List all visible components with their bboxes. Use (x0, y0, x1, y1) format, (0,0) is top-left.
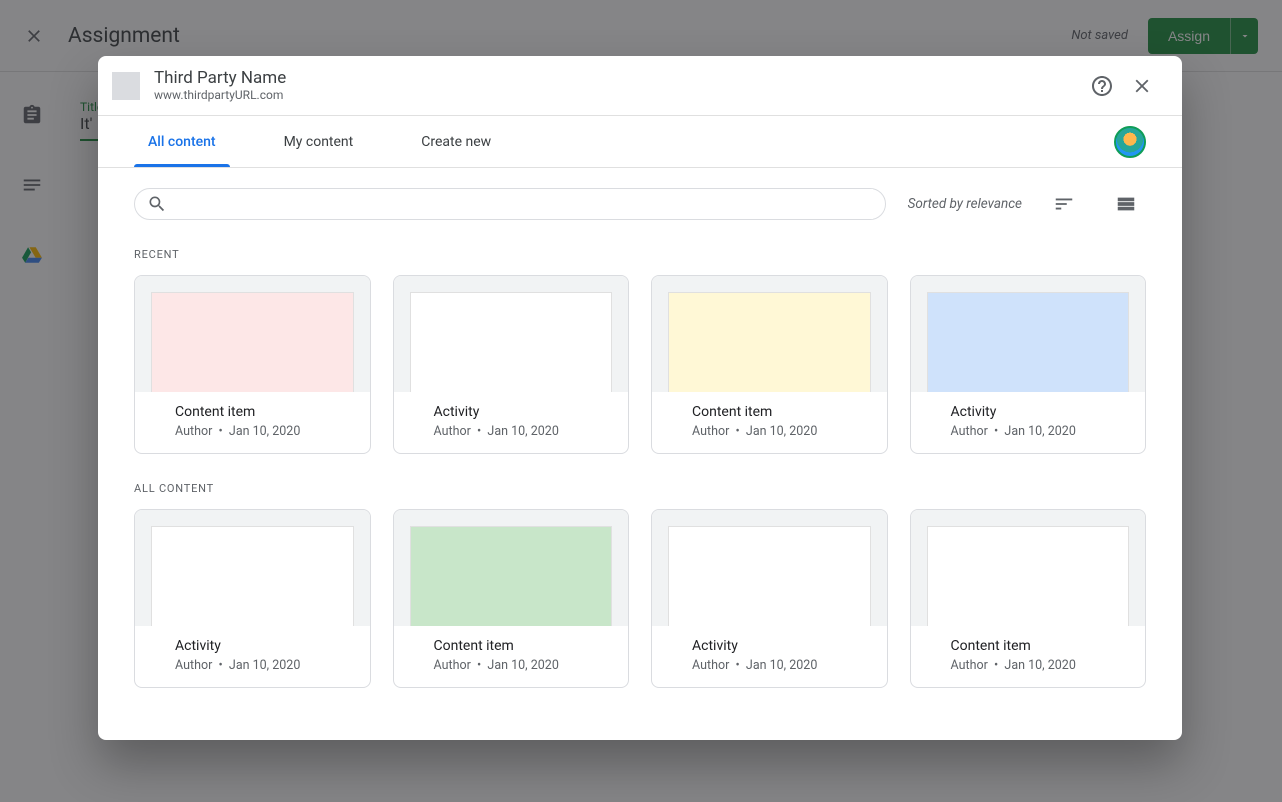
content-card[interactable]: Content item Author • Jan 10, 2020 (134, 275, 371, 454)
card-title: Activity (951, 404, 1106, 420)
card-grid: Activity Author • Jan 10, 2020 Content i… (134, 509, 1146, 688)
card-grid: Content item Author • Jan 10, 2020 Activ… (134, 275, 1146, 454)
card-thumb-wrap (652, 276, 887, 392)
card-meta: Content item Author • Jan 10, 2020 (135, 392, 370, 453)
card-thumb (927, 526, 1130, 626)
modal-header: Third Party Name www.thirdpartyURL.com (98, 56, 1182, 116)
content-picker-modal: Third Party Name www.thirdpartyURL.com A… (98, 56, 1182, 740)
modal-body: Sorted by relevance RECENT Content item … (98, 168, 1182, 740)
card-meta: Activity Author • Jan 10, 2020 (135, 626, 370, 687)
content-card[interactable]: Activity Author • Jan 10, 2020 (134, 509, 371, 688)
card-title: Activity (692, 638, 847, 654)
search-input[interactable] (167, 189, 873, 219)
card-thumb (410, 526, 613, 626)
card-thumb-wrap (394, 510, 629, 626)
tab-create-new[interactable]: Create new (407, 116, 505, 167)
third-party-name: Third Party Name (154, 69, 286, 88)
card-subtitle: Author • Jan 10, 2020 (434, 424, 589, 439)
content-card[interactable]: Content item Author • Jan 10, 2020 (651, 275, 888, 454)
section-label: RECENT (134, 248, 1146, 261)
card-title: Content item (175, 404, 330, 420)
card-thumb-wrap (911, 510, 1146, 626)
card-meta: Activity Author • Jan 10, 2020 (911, 392, 1146, 453)
card-title: Activity (175, 638, 330, 654)
card-subtitle: Author • Jan 10, 2020 (175, 424, 330, 439)
card-title: Content item (692, 404, 847, 420)
search-row: Sorted by relevance (134, 184, 1146, 224)
card-thumb (927, 292, 1130, 392)
user-avatar[interactable] (1114, 126, 1146, 158)
card-meta: Content item Author • Jan 10, 2020 (911, 626, 1146, 687)
sort-label: Sorted by relevance (908, 196, 1022, 212)
list-view-button[interactable] (1106, 184, 1146, 224)
card-title: Activity (434, 404, 589, 420)
card-meta: Content item Author • Jan 10, 2020 (394, 626, 629, 687)
card-meta: Activity Author • Jan 10, 2020 (394, 392, 629, 453)
card-title: Content item (951, 638, 1106, 654)
tab-my-content[interactable]: My content (270, 116, 368, 167)
content-card[interactable]: Activity Author • Jan 10, 2020 (651, 509, 888, 688)
tab-all-content[interactable]: All content (134, 116, 230, 167)
search-box[interactable] (134, 188, 886, 220)
help-button[interactable] (1082, 66, 1122, 106)
card-thumb (151, 292, 354, 392)
card-thumb (151, 526, 354, 626)
card-thumb (668, 526, 871, 626)
card-thumb-wrap (394, 276, 629, 392)
card-thumb-wrap (135, 510, 370, 626)
card-thumb-wrap (135, 276, 370, 392)
close-modal-button[interactable] (1122, 66, 1162, 106)
content-card[interactable]: Activity Author • Jan 10, 2020 (910, 275, 1147, 454)
card-meta: Activity Author • Jan 10, 2020 (652, 626, 887, 687)
section-label: ALL CONTENT (134, 482, 1146, 495)
card-title: Content item (434, 638, 589, 654)
card-thumb (410, 292, 613, 392)
card-meta: Content item Author • Jan 10, 2020 (652, 392, 887, 453)
card-subtitle: Author • Jan 10, 2020 (951, 424, 1106, 439)
card-subtitle: Author • Jan 10, 2020 (434, 658, 589, 673)
search-icon (147, 194, 167, 214)
content-card[interactable]: Activity Author • Jan 10, 2020 (393, 275, 630, 454)
card-subtitle: Author • Jan 10, 2020 (175, 658, 330, 673)
card-thumb-wrap (911, 276, 1146, 392)
card-subtitle: Author • Jan 10, 2020 (692, 658, 847, 673)
content-card[interactable]: Content item Author • Jan 10, 2020 (910, 509, 1147, 688)
third-party-logo (112, 72, 140, 100)
tabs: All content My content Create new (98, 116, 1182, 168)
card-subtitle: Author • Jan 10, 2020 (951, 658, 1106, 673)
card-subtitle: Author • Jan 10, 2020 (692, 424, 847, 439)
sort-button[interactable] (1044, 184, 1084, 224)
card-thumb-wrap (652, 510, 887, 626)
content-card[interactable]: Content item Author • Jan 10, 2020 (393, 509, 630, 688)
third-party-url: www.thirdpartyURL.com (154, 88, 286, 102)
card-thumb (668, 292, 871, 392)
